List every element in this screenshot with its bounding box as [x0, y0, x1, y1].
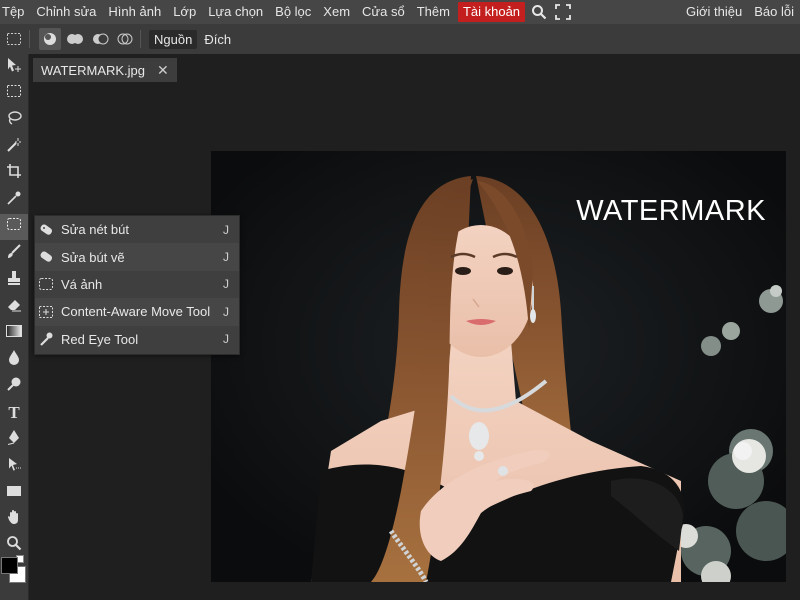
- dodge-tool[interactable]: [0, 373, 28, 400]
- menu-layer[interactable]: Lớp: [167, 0, 202, 24]
- patch-tool-preset-icon[interactable]: [3, 28, 25, 50]
- eyedropper-icon: [6, 190, 22, 211]
- pen-icon: [6, 429, 22, 450]
- path-selection-tool[interactable]: [0, 453, 28, 480]
- crop-icon: [6, 163, 22, 184]
- move-icon: [6, 57, 22, 78]
- patch-tool-icon: [37, 276, 55, 292]
- move-tool[interactable]: [0, 54, 28, 81]
- watermark-text[interactable]: WATERMARK: [576, 195, 766, 228]
- shortcut-label: J: [223, 277, 229, 292]
- flyout-item-label: Content-Aware Move Tool: [61, 304, 211, 320]
- fullscreen-icon[interactable]: [551, 0, 575, 24]
- hand-icon: [6, 509, 22, 530]
- options-bar: Nguồn Đích: [0, 24, 800, 54]
- blur-drop-icon: [7, 349, 21, 370]
- flyout-item-spot-healing[interactable]: Sửa nét bút J: [35, 216, 239, 243]
- menu-window[interactable]: Cửa sổ: [356, 0, 411, 24]
- menu-view[interactable]: Xem: [317, 0, 356, 24]
- selection-add-icon[interactable]: [64, 28, 86, 50]
- gradient-icon: [6, 324, 22, 342]
- healing-brush-icon: [37, 249, 55, 265]
- path-select-icon: [6, 456, 22, 477]
- tools-panel: T: [0, 54, 29, 600]
- selection-intersect-icon[interactable]: [114, 28, 136, 50]
- selection-subtract-icon[interactable]: [89, 28, 111, 50]
- flyout-item-content-aware-move[interactable]: Content-Aware Move Tool J: [35, 298, 239, 326]
- dodge-icon: [6, 376, 22, 397]
- account-button[interactable]: Tài khoản: [457, 2, 526, 22]
- shortcut-label: J: [223, 304, 229, 319]
- flyout-item-label: Vá ảnh: [61, 276, 103, 292]
- crop-tool[interactable]: [0, 160, 28, 187]
- lasso-icon: [6, 110, 22, 131]
- magic-wand-icon: [6, 137, 22, 158]
- menu-edit[interactable]: Chỉnh sửa: [30, 0, 102, 24]
- menu-more[interactable]: Thêm: [411, 0, 456, 24]
- options-divider: [29, 30, 30, 48]
- blur-tool[interactable]: [0, 347, 28, 374]
- clone-stamp-tool[interactable]: [0, 267, 28, 294]
- search-icon[interactable]: [527, 0, 551, 24]
- brush-tool[interactable]: [0, 240, 28, 267]
- brush-icon: [6, 243, 22, 264]
- shortcut-label: J: [223, 222, 229, 237]
- flyout-item-label: Sửa nét bút: [61, 222, 129, 238]
- document-tab[interactable]: WATERMARK.jpg ✕: [33, 58, 177, 82]
- menu-image[interactable]: Hình ảnh: [102, 0, 167, 24]
- menu-bar: Tệp Chỉnh sửa Hình ảnh Lớp Lựa chọn Bộ l…: [0, 0, 800, 24]
- lasso-tool[interactable]: [0, 107, 28, 134]
- menu-file[interactable]: Tệp: [0, 0, 30, 24]
- flyout-item-patch[interactable]: Vá ảnh J: [35, 271, 239, 298]
- menu-about[interactable]: Giới thiệu: [680, 0, 748, 24]
- shortcut-label: J: [223, 250, 229, 265]
- foreground-color-swatch[interactable]: [1, 557, 18, 574]
- marquee-icon: [6, 84, 22, 103]
- flyout-item-label: Red Eye Tool: [61, 331, 139, 347]
- destination-option[interactable]: Đích: [199, 30, 236, 49]
- stamp-icon: [6, 270, 22, 291]
- magic-wand-tool[interactable]: [0, 134, 28, 161]
- color-swatches[interactable]: [0, 554, 28, 594]
- red-eye-icon: [37, 331, 55, 347]
- rectangle-icon: [6, 484, 22, 502]
- shape-tool[interactable]: [0, 480, 28, 507]
- healing-tools-flyout: Sửa nét bút J Sửa bút vẽ J Vá ảnh J Cont…: [34, 215, 240, 355]
- spot-healing-brush-icon: [37, 222, 55, 238]
- content-aware-move-icon: [37, 304, 55, 320]
- menu-select[interactable]: Lựa chọn: [202, 0, 269, 24]
- eyedropper-tool[interactable]: [0, 187, 28, 214]
- healing-tool[interactable]: [0, 213, 28, 241]
- gradient-tool[interactable]: [0, 320, 28, 347]
- selection-new-icon[interactable]: [39, 28, 61, 50]
- eraser-icon: [6, 296, 22, 317]
- source-option[interactable]: Nguồn: [149, 29, 198, 49]
- image-canvas[interactable]: WATERMARK: [211, 151, 786, 582]
- hand-tool[interactable]: [0, 506, 28, 533]
- type-icon: T: [8, 403, 20, 423]
- flyout-item-label: Sửa bút vẽ: [61, 249, 125, 265]
- patch-tool-icon: [6, 217, 22, 236]
- marquee-tool[interactable]: [0, 81, 28, 108]
- eraser-tool[interactable]: [0, 293, 28, 320]
- document-tab-title: WATERMARK.jpg: [41, 62, 146, 78]
- menu-report-bug[interactable]: Báo lỗi: [748, 0, 800, 24]
- type-tool[interactable]: T: [0, 400, 28, 427]
- menu-filter[interactable]: Bộ lọc: [269, 0, 317, 24]
- flyout-item-healing-brush[interactable]: Sửa bút vẽ J: [35, 243, 239, 271]
- pen-tool[interactable]: [0, 426, 28, 453]
- shortcut-label: J: [223, 332, 229, 347]
- close-icon[interactable]: ✕: [157, 62, 169, 79]
- flyout-item-red-eye[interactable]: Red Eye Tool J: [35, 326, 239, 353]
- options-divider: [140, 30, 141, 48]
